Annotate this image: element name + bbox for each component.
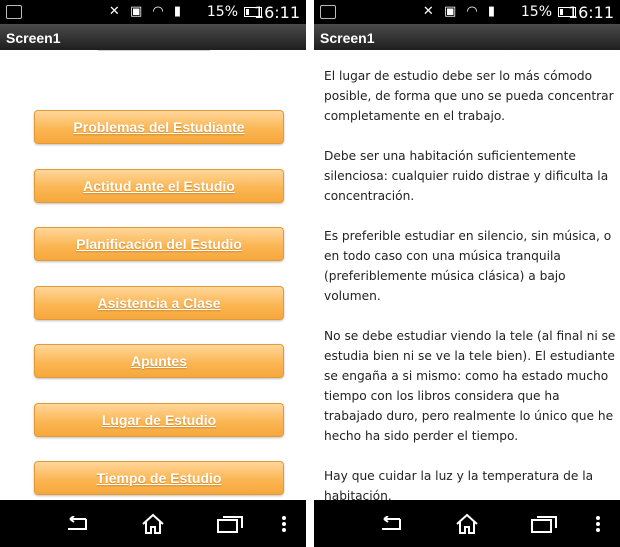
status-icons: ✕ ▣ ◠ ▮ — [422, 4, 498, 19]
button-tiempo-de-estudio[interactable]: Tiempo de Estudio — [34, 461, 284, 495]
home-button[interactable] — [128, 500, 178, 547]
gallery-notification-icon — [6, 5, 22, 19]
phone-screen-article: ✕ ▣ ◠ ▮ 15% 16:11 Screen1 El lugar de es… — [314, 0, 620, 547]
divider — [98, 50, 210, 51]
recent-apps-button[interactable] — [519, 500, 569, 547]
navigation-bar — [314, 500, 620, 547]
article-text: El lugar de estudio debe ser lo más cómo… — [324, 66, 616, 526]
menu-dots-icon — [596, 515, 600, 532]
recent-apps-button[interactable] — [205, 500, 255, 547]
status-time: 16:11 — [567, 3, 614, 22]
button-planificacion-del-estudio[interactable]: Planificación del Estudio — [34, 227, 284, 261]
paragraph: Debe ser una habitación suficientemente … — [324, 149, 609, 203]
back-icon — [68, 515, 87, 530]
home-button[interactable] — [442, 500, 492, 547]
button-lugar-de-estudio[interactable]: Lugar de Estudio — [34, 403, 284, 437]
paragraph: Es preferible estudiar en silencio, sin … — [324, 229, 612, 303]
home-icon — [456, 513, 478, 534]
button-problemas-del-estudiante[interactable]: Problemas del Estudiante — [34, 110, 284, 144]
status-time: 16:11 — [253, 3, 300, 22]
status-icons: ✕ ▣ ◠ ▮ — [108, 4, 184, 19]
battery-percent: 15% — [520, 4, 552, 20]
recent-apps-icon — [217, 515, 243, 533]
overflow-menu-button[interactable] — [576, 500, 620, 547]
divider — [306, 0, 314, 547]
overflow-menu-button[interactable] — [262, 500, 306, 547]
recent-apps-icon — [531, 515, 557, 533]
phone-screen-menu: ✕ ▣ ◠ ▮ 15% 16:11 Screen1 Problemas del … — [0, 0, 306, 547]
article-content: El lugar de estudio debe ser lo más cómo… — [314, 50, 620, 503]
app-title: Screen1 — [314, 24, 620, 50]
paragraph: No se debe estudiar viendo la tele (al f… — [324, 329, 616, 443]
battery-percent: 15% — [206, 4, 238, 20]
home-icon — [142, 513, 164, 534]
status-bar: ✕ ▣ ◠ ▮ 15% 16:11 — [0, 0, 306, 24]
button-apuntes[interactable]: Apuntes — [34, 344, 284, 378]
paragraph: El lugar de estudio debe ser lo más cómo… — [324, 69, 614, 123]
gallery-notification-icon — [320, 5, 336, 19]
button-actitud-ante-el-estudio[interactable]: Actitud ante el Estudio — [34, 169, 284, 203]
app-title: Screen1 — [0, 24, 306, 50]
button-asistencia-a-clase[interactable]: Asistencia a Clase — [34, 286, 284, 320]
status-bar: ✕ ▣ ◠ ▮ 15% 16:11 — [314, 0, 620, 24]
navigation-bar — [0, 500, 306, 547]
menu-dots-icon — [282, 515, 286, 532]
menu-content: Problemas del Estudiante Actitud ante el… — [0, 50, 306, 500]
back-button[interactable] — [366, 500, 416, 547]
back-icon — [382, 515, 401, 530]
back-button[interactable] — [52, 500, 102, 547]
